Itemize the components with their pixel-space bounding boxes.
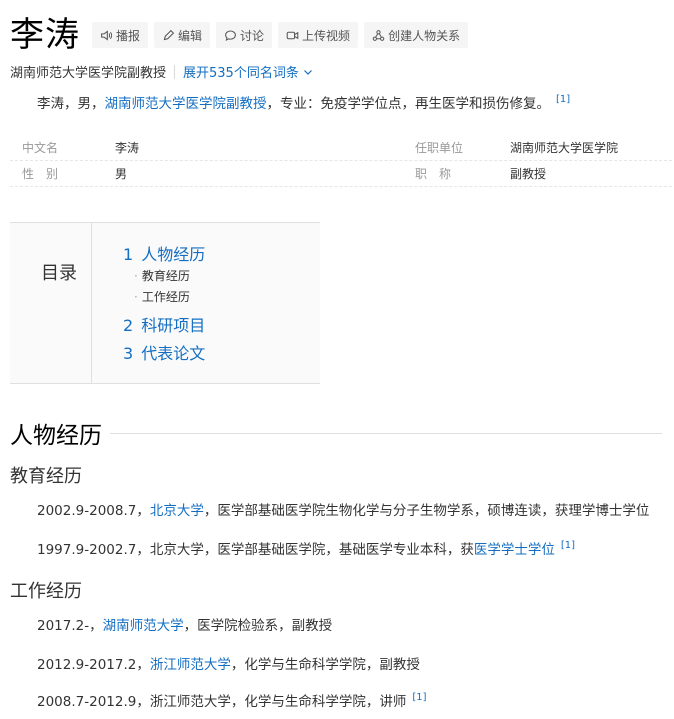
info-value: 副教授 (510, 167, 547, 181)
paragraph: 2012.9-2017.2，浙江师范大学，化学与生命科学学院，副教授 (37, 653, 420, 673)
catalog-subitem-work[interactable]: · 工作经历 (134, 288, 190, 305)
catalog-label: 科研项目 (141, 316, 206, 335)
basic-info-row: 性 别 男 职 称 副教授 (10, 160, 672, 186)
summary-link[interactable]: 湖南师范大学医学院副教授 (105, 96, 267, 112)
paragraph: 2002.9-2008.7，北京大学，医学部基础医学院生物化学与分子生物学系，硕… (37, 499, 649, 519)
title-row: 李涛 播报 编辑 讨论 上传视频 创建人物关系 (10, 12, 474, 58)
paragraph-text: 1997.9-2002.7，北京大学，医学部基础医学院，基础医学专业本科，获 (37, 542, 474, 558)
broadcast-button[interactable]: 播报 (92, 22, 149, 48)
expand-homonyms-link[interactable]: 展开535个同名词条 (183, 62, 313, 81)
chat-bubble-icon (225, 30, 236, 41)
create-relation-button[interactable]: 创建人物关系 (364, 22, 469, 48)
reference-marker[interactable]: [1] (412, 692, 426, 703)
edit-label: 编辑 (178, 28, 203, 43)
paragraph-text: ，医学院检验系，副教授 (183, 618, 333, 634)
subsection-title-work: 工作经历 (10, 581, 82, 602)
basic-info-row: 中文名 李涛 任职单位 湖南师范大学医学院 (10, 134, 672, 160)
paragraph-text: 2017.2-， (37, 618, 103, 634)
info-value: 湖南师范大学医学院 (510, 140, 619, 155)
section-title: 人物经历 (10, 423, 102, 449)
paragraph: 2017.2-，湖南师范大学，医学院检验系，副教授 (37, 614, 332, 634)
broadcast-label: 播报 (116, 28, 141, 43)
summary-text-2: ，专业：免疫学学位点，再生医学和损伤修复。 (266, 96, 551, 112)
catalog-item-papers[interactable]: 3 代表论文 (123, 340, 205, 364)
info-name: 职 称 (415, 167, 452, 181)
expand-homonyms-label: 展开535个同名词条 (183, 66, 299, 81)
catalog-subitem-education[interactable]: · 教育经历 (134, 267, 190, 284)
create-relation-label: 创建人物关系 (388, 28, 461, 43)
divider (174, 64, 176, 79)
paragraph-text: ，医学部基础医学院生物化学与分子生物学系，硕博连读，获理学博士学位 (203, 503, 650, 519)
catalog-label: 代表论文 (141, 344, 206, 363)
bullet-dot: · (134, 269, 138, 283)
inline-link[interactable]: 湖南师范大学 (103, 618, 184, 634)
catalog-label: 工作经历 (141, 290, 190, 304)
pencil-icon (163, 29, 175, 40)
info-name: 任职单位 (415, 140, 464, 155)
inline-link[interactable]: 浙江师范大学 (150, 657, 231, 673)
chevron-down-icon (303, 69, 312, 75)
info-value: 男 (115, 167, 128, 181)
paragraph: 2008.7-2012.9，浙江师范大学，化学与生命科学学院，讲师 [1] (37, 690, 427, 710)
upload-video-button[interactable]: 上传视频 (278, 22, 359, 48)
subtitle-row: 湖南师范大学医学院副教授 展开535个同名词条 (10, 62, 313, 81)
paragraph-text: 2002.9-2008.7， (37, 503, 150, 519)
video-icon (286, 31, 299, 39)
basic-info-table: 中文名 李涛 任职单位 湖南师范大学医学院 性 别 男 职 称 副教授 (10, 134, 672, 187)
bullet-dot: · (134, 290, 138, 304)
paragraph-text: 2008.7-2012.9，浙江师范大学，化学与生命科学学院，讲师 (37, 694, 407, 710)
subsection-title-education: 教育经历 (10, 466, 82, 487)
catalog-label: 人物经历 (141, 245, 206, 264)
lemma-summary: 李涛，男，湖南师范大学医学院副教授，专业：免疫学学位点，再生医学和损伤修复。 [1… (37, 92, 570, 112)
paragraph-text: ，化学与生命科学学院，副教授 (230, 657, 420, 673)
catalog-number: 1 (123, 245, 134, 264)
paragraph-text: 2012.9-2017.2， (37, 657, 150, 673)
reference-marker[interactable]: [1] (556, 94, 570, 105)
catalog-item-career[interactable]: 1 人物经历 (123, 241, 205, 265)
page-title: 李涛 (10, 15, 80, 55)
lemma-subtitle: 湖南师范大学医学院副教授 (10, 66, 167, 81)
reference-marker[interactable]: [1] (561, 540, 575, 551)
info-name: 性 别 (22, 167, 59, 181)
catalog-number: 3 (123, 344, 134, 363)
discuss-label: 讨论 (240, 28, 265, 43)
inline-link[interactable]: 医学学士学位 (474, 542, 555, 558)
edit-button[interactable]: 编辑 (154, 22, 211, 48)
summary-text: 李涛，男， (37, 96, 105, 112)
upload-video-label: 上传视频 (302, 28, 351, 43)
catalog-title: 目录 (10, 223, 92, 383)
section-header: 人物经历 (10, 416, 662, 450)
discuss-button[interactable]: 讨论 (216, 22, 273, 48)
section-divider (110, 432, 662, 434)
info-name: 中文名 (22, 140, 59, 155)
toolbar: 播报 编辑 讨论 上传视频 创建人物关系 (92, 22, 474, 48)
catalog-label: 教育经历 (141, 269, 190, 283)
inline-link[interactable]: 北京大学 (150, 503, 204, 519)
catalog-number: 2 (123, 316, 134, 335)
people-network-icon (372, 29, 385, 41)
catalog: 目录 1 人物经历 · 教育经历 · 工作经历 2 科研项目 3 代表论文 (10, 222, 320, 384)
info-value: 李涛 (115, 140, 140, 155)
paragraph: 1997.9-2002.7，北京大学，医学部基础医学院，基础医学专业本科，获医学… (37, 538, 575, 558)
catalog-item-projects[interactable]: 2 科研项目 (123, 312, 205, 336)
speaker-icon (101, 29, 113, 41)
